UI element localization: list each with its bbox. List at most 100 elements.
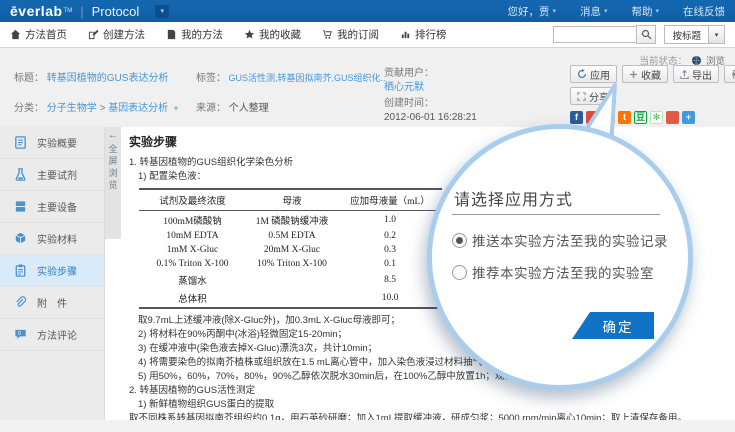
contributor-label: 贡献用户：	[384, 68, 434, 79]
user-menu[interactable]: 您好，贾▾	[507, 4, 556, 19]
print-button[interactable]: 打印	[724, 65, 735, 83]
protocol-tags-link[interactable]: GUS活性测,转基因拟南芥,GUS组织化..	[229, 73, 386, 83]
created-block: 创建时间： 2012-06-01 16:28:21	[384, 97, 477, 125]
category-row: 分类： 分子生物学 > 基因表达分析 ▾	[14, 99, 178, 114]
category-label: 分类：	[14, 103, 44, 114]
source-row: 来源： 个人整理	[196, 99, 269, 114]
chevron-down-icon: ▾	[552, 7, 556, 15]
summary-icon	[13, 135, 28, 150]
fullscreen-label: 全屏浏览	[107, 144, 120, 192]
category-child-link[interactable]: 基因表达分析	[108, 103, 168, 114]
globe-icon	[691, 55, 702, 66]
table-row: 100mM磷酸钠1M 磷酸钠缓冲液1.0	[139, 211, 442, 230]
chevron-down-icon: ▾	[604, 7, 608, 15]
table-row: 0.1% Triton X-10010% Triton X-1000.1	[139, 257, 442, 271]
search-filter-select[interactable]: 按标题 ▾	[664, 25, 725, 44]
arrow-left-icon: ←	[108, 131, 118, 141]
sidebar-item-attachment[interactable]: 附 件	[0, 287, 104, 319]
chevron-down-icon[interactable]: ▾	[174, 104, 178, 113]
materials-icon	[13, 231, 28, 246]
fullscreen-toggle[interactable]: ← 全屏浏览	[105, 127, 121, 239]
protocol-title-row: 标题： 转基因植物的GUS表达分析	[14, 69, 168, 84]
source-label: 来源：	[196, 103, 226, 114]
chevron-down-icon: ▾	[655, 7, 659, 15]
option-recommend-to-lab[interactable]: 推荐本实验方法至我的实验室	[452, 262, 654, 282]
product-name: Protocol	[92, 4, 140, 19]
sidebar-item-reagents[interactable]: 主要试剂	[0, 159, 104, 191]
source-value: 个人整理	[229, 103, 269, 114]
sidebar-item-materials[interactable]: 实验材料	[0, 223, 104, 255]
logo-tm: TM	[64, 8, 73, 14]
nav-item-ranking[interactable]: 排行榜	[400, 27, 447, 42]
chevron-down-icon: ▾	[715, 31, 719, 39]
share-icon-6[interactable]: ✻	[650, 111, 663, 124]
share-icon-7[interactable]	[666, 111, 679, 124]
nav-item-create-method[interactable]: 创建方法	[88, 27, 145, 42]
radio-button[interactable]	[452, 233, 467, 248]
table-row: 10mM EDTA0.5M EDTA0.2	[139, 229, 442, 243]
nav-item-favorites[interactable]: 我的收藏	[244, 27, 301, 42]
radio-button[interactable]	[452, 265, 467, 280]
sidebar-item-equipment[interactable]: 主要设备	[0, 191, 104, 223]
protocol-tags-row: 标签： GUS活性测,转基因拟南芥,GUS组织化..	[196, 69, 386, 84]
table-row: 蒸馏水8.5	[139, 271, 442, 289]
contributor-block: 贡献用户： 栖心元默	[384, 67, 434, 95]
main-nav: 方法首页 创建方法 我的方法 我的收藏 我的订阅 排行榜 按标题 ▾	[0, 22, 735, 48]
attachment-icon	[13, 295, 28, 310]
product-switcher-button[interactable]: ▾	[155, 5, 169, 18]
comments-icon: 0	[13, 327, 28, 342]
sidebar-item-comments[interactable]: 0 方法评论	[0, 319, 104, 351]
search-input[interactable]	[553, 26, 637, 43]
top-bar: ēverlab TM | Protocol ▾ 您好，贾▾ 消息▾ 帮助▾ 在线…	[0, 0, 735, 22]
step-line: 1) 新鲜植物组织GUS蛋白的提取	[138, 398, 735, 412]
home-icon	[10, 29, 21, 40]
apply-mode-popup: 请选择应用方式 推送本实验方法至我的实验记录 推荐本实验方法至我的实验室 确定	[427, 124, 693, 390]
sidebar-item-summary[interactable]: 实验概要	[0, 127, 104, 159]
feedback-link[interactable]: 在线反馈	[683, 4, 725, 19]
option-label: 推荐本实验方法至我的实验室	[472, 262, 654, 282]
create-method-icon	[88, 29, 99, 40]
help-menu[interactable]: 帮助▾	[631, 4, 659, 19]
tags-label: 标签：	[196, 73, 226, 84]
chevron-down-icon: ▾	[161, 7, 165, 15]
nav-item-home[interactable]: 方法首页	[10, 27, 67, 42]
export-button[interactable]: 导出	[673, 65, 719, 83]
sidebar-item-steps[interactable]: 实验步骤	[0, 255, 104, 287]
reagents-icon	[13, 167, 28, 182]
table-row: 总体积10.0	[139, 289, 442, 308]
step-line: 取不同株系转基因拟南芥组织约0.1g，用石英砂研磨；加入1mL提取缓冲液，研成匀…	[129, 412, 735, 420]
title-label: 标题：	[14, 73, 44, 84]
step-line: 2. 转基因植物的GUS活性测定	[129, 384, 735, 398]
nav-item-subscriptions[interactable]: 我的订阅	[322, 27, 379, 42]
nav-item-my-methods[interactable]: 我的方法	[166, 27, 223, 42]
equipment-icon	[13, 199, 28, 214]
search-filter-caret[interactable]: ▾	[708, 26, 724, 43]
contributor-link[interactable]: 栖心元默	[384, 82, 424, 93]
search-icon	[641, 29, 652, 40]
my-methods-icon	[166, 29, 177, 40]
search-area: 按标题 ▾	[553, 25, 725, 44]
top-right-menu: 您好，贾▾ 消息▾ 帮助▾ 在线反馈	[507, 4, 725, 19]
search-filter-value: 按标题	[665, 28, 708, 42]
section-sidebar: 实验概要 主要试剂 主要设备 实验材料 实验步骤 附 件 0 方法评论	[0, 127, 105, 420]
category-parent-link[interactable]: 分子生物学	[47, 103, 97, 114]
app-window: ēverlab TM | Protocol ▾ 您好，贾▾ 消息▾ 帮助▾ 在线…	[0, 0, 735, 432]
subscriptions-icon	[322, 29, 333, 40]
popup-title: 请选择应用方式	[454, 186, 573, 210]
table-row: 1mM X-Gluc20mM X-Gluc0.3	[139, 243, 442, 257]
option-push-to-lab-records[interactable]: 推送本实验方法至我的实验记录	[452, 230, 668, 250]
ranking-icon	[400, 29, 411, 40]
share-icon-8[interactable]: +	[682, 111, 695, 124]
table-header: 应加母液量（mL）	[338, 189, 442, 211]
popup-divider	[452, 214, 660, 215]
table-header: 母液	[246, 189, 338, 211]
search-button[interactable]	[636, 25, 656, 44]
confirm-button[interactable]: 确定	[572, 312, 654, 339]
messages-menu[interactable]: 消息▾	[580, 4, 608, 19]
favorites-icon	[244, 29, 255, 40]
protocol-title-link[interactable]: 转基因植物的GUS表达分析	[47, 73, 169, 84]
table-header: 试剂及最终浓度	[139, 189, 246, 211]
printer-icon	[731, 69, 735, 79]
category-separator: >	[100, 103, 106, 114]
steps-icon	[13, 263, 28, 278]
